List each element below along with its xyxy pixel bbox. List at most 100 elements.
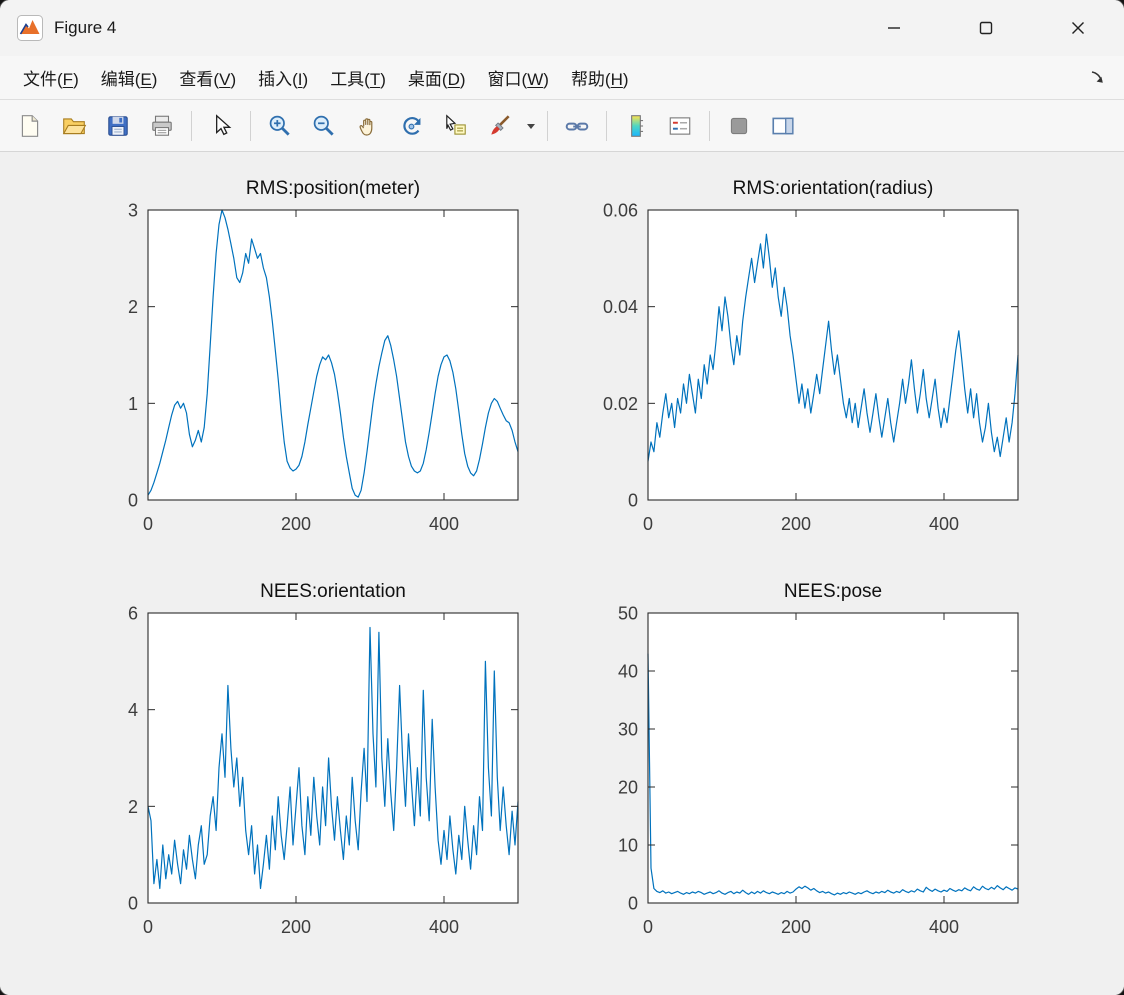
menu-view[interactable]: 查看(V) (168, 59, 247, 96)
zoom-in-button[interactable] (258, 105, 302, 147)
show-plot-tools-button[interactable] (761, 105, 805, 147)
insert-legend-button[interactable] (658, 105, 702, 147)
svg-text:6: 6 (128, 604, 138, 624)
svg-text:200: 200 (781, 514, 811, 534)
maximize-button[interactable] (954, 0, 1018, 56)
svg-text:RMS:orientation(radius): RMS:orientation(radius) (733, 178, 934, 199)
nees-orientation-plot: 0 200 400 0 2 4 6 NEES:orientation (128, 581, 519, 937)
svg-text:400: 400 (429, 917, 459, 937)
link-chain-icon (565, 122, 589, 130)
new-figure-button[interactable] (8, 105, 52, 147)
menu-bar: 文件(F) 编辑(E) 查看(V) 插入(I) 工具(T) 桌面(D) 窗口(W) 帮助(H) (0, 56, 1124, 100)
dock-figure-button[interactable] (1082, 63, 1112, 93)
maximize-icon (979, 21, 993, 35)
svg-text:20: 20 (618, 778, 638, 798)
zoom-out-icon (313, 115, 334, 136)
edit-plot-button[interactable] (199, 105, 243, 147)
chart-rms-position[interactable]: 0 200 400 0 1 2 3 RMS:position(meter) (78, 164, 528, 556)
close-icon (1072, 22, 1084, 34)
figure-canvas: 0 200 400 0 1 2 3 RMS:position(meter) 0 200 400 0 0… (0, 152, 1124, 995)
svg-text:200: 200 (281, 514, 311, 534)
toolbar-separator (191, 110, 192, 141)
chevron-down-icon (527, 123, 535, 129)
toolbar-separator (709, 110, 710, 141)
toolbar-separator (250, 110, 251, 141)
rotate-3d-button[interactable] (390, 105, 434, 147)
rotate-3d-icon (403, 116, 421, 135)
menu-edit[interactable]: 编辑(E) (90, 59, 169, 96)
minimize-icon (888, 27, 900, 29)
toolbar-separator (606, 110, 607, 141)
menu-file[interactable]: 文件(F) (12, 59, 90, 96)
svg-text:400: 400 (929, 514, 959, 534)
data-cursor-button[interactable] (434, 105, 478, 147)
print-figure-button[interactable] (140, 105, 184, 147)
chart-nees-pose[interactable]: 0 200 400 0 10 20 30 40 50 NEES:pose (578, 567, 1028, 959)
svg-text:0: 0 (143, 514, 153, 534)
matlab-figure-icon (16, 14, 44, 42)
new-document-icon (21, 114, 39, 137)
menu-insert[interactable]: 插入(I) (247, 59, 319, 96)
zoom-in-icon (269, 115, 290, 136)
save-figure-button[interactable] (96, 105, 140, 147)
legend-icon (669, 116, 691, 135)
dock-arrow-icon (1091, 71, 1103, 83)
menu-window[interactable]: 窗口(W) (477, 59, 560, 96)
title-bar[interactable]: Figure 4 (0, 0, 1124, 56)
svg-text:0: 0 (643, 514, 653, 534)
svg-text:10: 10 (618, 836, 638, 856)
svg-text:0: 0 (628, 491, 638, 511)
link-plot-button[interactable] (555, 105, 599, 147)
svg-text:3: 3 (128, 201, 138, 221)
minimize-button[interactable] (862, 0, 926, 56)
svg-text:NEES:pose: NEES:pose (784, 581, 882, 602)
nees-pose-plot: 0 200 400 0 10 20 30 40 50 NEES:pose (618, 581, 1019, 937)
svg-text:50: 50 (618, 604, 638, 624)
svg-text:1: 1 (128, 394, 138, 414)
svg-text:RMS:position(meter): RMS:position(meter) (246, 178, 420, 199)
toolbar-separator (547, 110, 548, 141)
brush-data-button[interactable] (478, 105, 522, 147)
pan-hand-icon (359, 117, 373, 136)
chart-nees-orientation[interactable]: 0 200 400 0 2 4 6 NEES:orientation (78, 567, 528, 959)
pan-button[interactable] (346, 105, 390, 147)
svg-text:0: 0 (128, 894, 138, 914)
svg-text:0.02: 0.02 (603, 394, 638, 414)
menu-tools[interactable]: 工具(T) (319, 59, 397, 96)
open-file-button[interactable] (52, 105, 96, 147)
colorbar-icon (631, 114, 644, 137)
brush-icon (491, 114, 510, 135)
svg-text:NEES:orientation: NEES:orientation (260, 581, 406, 602)
svg-text:0.06: 0.06 (603, 201, 638, 221)
svg-text:400: 400 (429, 514, 459, 534)
brush-dropdown-button[interactable] (522, 105, 540, 147)
zoom-out-button[interactable] (302, 105, 346, 147)
window-title: Figure 4 (54, 18, 117, 37)
hide-plot-tools-button[interactable] (717, 105, 761, 147)
figure-window: Figure 4 文件(F) 编辑(E) 查看(V) 插入(I) 工具(T) 桌面 (0, 0, 1124, 995)
menu-help[interactable]: 帮助(H) (560, 59, 640, 96)
svg-text:0: 0 (143, 917, 153, 937)
rms-orientation-plot: 0 200 400 0 0.02 0.04 0.06 RMS:orientation(radi… (603, 178, 1019, 534)
rms-position-plot: 0 200 400 0 1 2 3 RMS:position(meter) (128, 178, 519, 534)
svg-text:30: 30 (618, 720, 638, 740)
show-plot-tools-icon (772, 117, 794, 134)
data-cursor-icon (446, 113, 466, 135)
chart-rms-orientation[interactable]: 0 200 400 0 0.02 0.04 0.06 RMS:orientation(radi… (578, 164, 1028, 556)
svg-text:0.04: 0.04 (603, 297, 638, 317)
menu-desktop[interactable]: 桌面(D) (397, 59, 477, 96)
svg-text:0: 0 (643, 917, 653, 937)
svg-text:400: 400 (929, 917, 959, 937)
svg-text:4: 4 (128, 700, 138, 720)
insert-colorbar-button[interactable] (614, 105, 658, 147)
svg-text:40: 40 (618, 662, 638, 682)
save-floppy-icon (108, 115, 128, 136)
window-controls (862, 0, 1124, 56)
svg-text:2: 2 (128, 797, 138, 817)
menu-items: 文件(F) 编辑(E) 查看(V) 插入(I) 工具(T) 桌面(D) 窗口(W) 帮助(H) (12, 59, 640, 96)
svg-text:200: 200 (781, 917, 811, 937)
svg-text:2: 2 (128, 297, 138, 317)
open-folder-icon (62, 117, 87, 134)
close-button[interactable] (1046, 0, 1110, 56)
figure-toolbar (0, 100, 1124, 152)
